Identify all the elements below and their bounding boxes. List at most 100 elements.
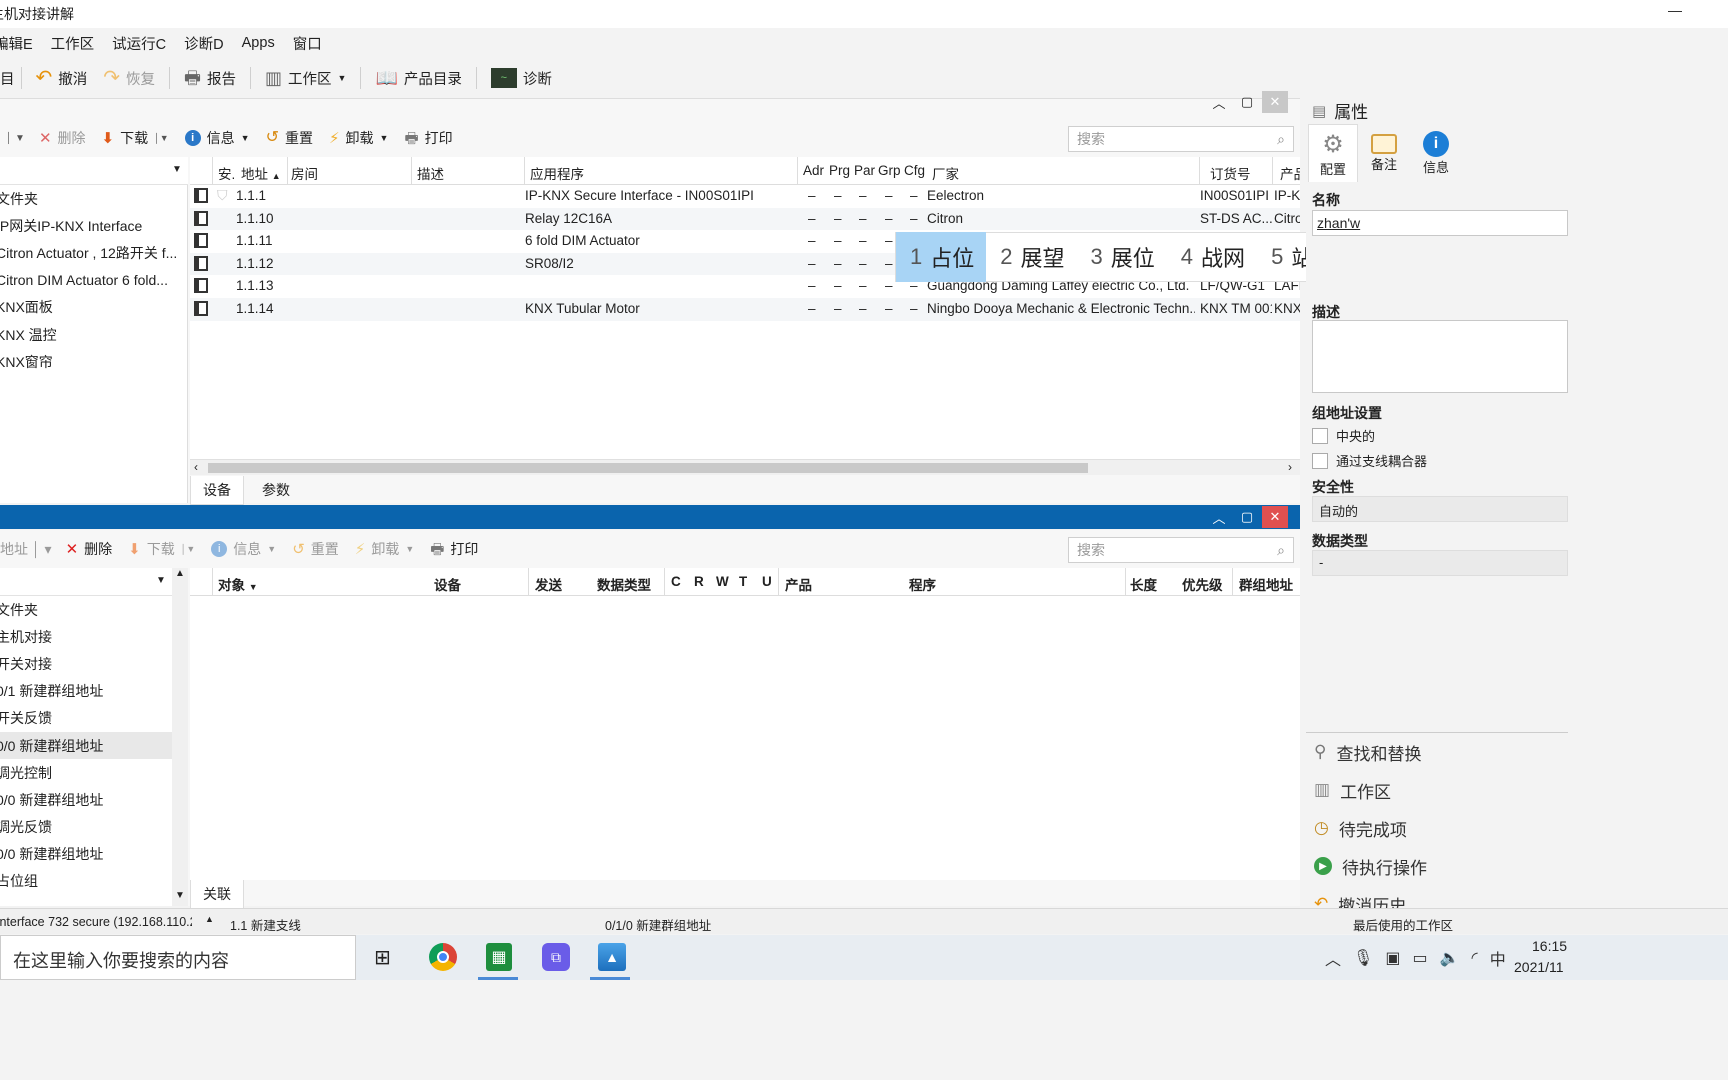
tree-item[interactable]: 主机对接 <box>0 623 172 650</box>
workspace-link[interactable]: ▥ 工作区 <box>1306 771 1568 809</box>
tree-item[interactable]: KNX窗帘 <box>0 348 188 375</box>
tree-item[interactable]: 占位组 <box>0 868 172 895</box>
tree-item[interactable]: 文件夹 <box>0 185 188 212</box>
col-description[interactable]: 描述 <box>417 163 444 183</box>
taskbar-search-input[interactable]: 在这里输入你要搜索的内容 <box>0 935 356 980</box>
chevron-down-icon[interactable]: ▼ <box>172 164 182 175</box>
download-button[interactable]: ⬇ 下载 │▼ <box>120 536 203 562</box>
col-w[interactable]: W <box>716 574 729 589</box>
tree-item[interactable]: KNX面板 <box>0 294 188 321</box>
address-dropdown[interactable]: 地址 │ ▾ <box>0 539 58 559</box>
collapse-button[interactable]: ︿ <box>1206 91 1232 113</box>
tab-parameters[interactable]: 参数 <box>248 476 304 504</box>
vertical-scrollbar[interactable]: ▲ ▼ <box>172 568 188 906</box>
table-row[interactable]: 1.1.10 Relay 12C16A – – – – – Citron ST-DS AC...… <box>190 207 1300 231</box>
task-view-icon[interactable]: ⊞ <box>374 945 391 970</box>
dropdown-arrow[interactable]: │ ▼ <box>0 133 31 144</box>
report-button[interactable]: 🖶 报告 <box>176 61 244 95</box>
ime-candidate[interactable]: 4 战网 <box>1167 232 1257 282</box>
tree-item[interactable]: 调光反馈 <box>0 814 172 841</box>
unload-button[interactable]: ⚡ 卸载 ▼ <box>321 125 396 151</box>
maximize-button[interactable]: ▢ <box>1234 91 1260 113</box>
col-length[interactable]: 长度 <box>1130 574 1157 594</box>
reset-button[interactable]: ↺ 重置 <box>284 536 347 562</box>
tree-item[interactable]: 0/1 新建群组地址 <box>0 678 172 705</box>
info-button[interactable]: i 信息 ▼ <box>177 125 258 151</box>
chevron-up-icon[interactable]: ︿ <box>1325 946 1341 970</box>
photos-icon[interactable]: ▲ <box>598 943 626 971</box>
tree-item[interactable]: 文件夹 <box>0 596 172 623</box>
status-workspace[interactable]: 最后使用的工作区 <box>1353 915 1453 934</box>
pending-ops-link[interactable]: ▶ 待执行操作 <box>1306 847 1568 885</box>
tab-info[interactable]: i 信息 <box>1410 124 1462 182</box>
menu-edit[interactable]: 编辑E <box>0 33 33 54</box>
ime-candidate[interactable]: 3 展位 <box>1077 232 1167 282</box>
col-manufacturer[interactable]: 厂家 <box>932 163 959 183</box>
todo-link[interactable]: ◷ 待完成项 <box>1306 809 1568 847</box>
tree-item[interactable]: Citron Actuator , 12路开关 f... <box>0 239 188 266</box>
col-address[interactable]: 地址 ▲ <box>241 163 281 183</box>
maximize-button[interactable]: ▢ <box>1234 506 1260 528</box>
col-product[interactable]: 产品 <box>1280 163 1300 183</box>
col-c[interactable]: C <box>671 574 681 589</box>
tree-item[interactable]: IP网关IP-KNX Interface <box>0 212 188 239</box>
col-r[interactable]: R <box>694 574 704 589</box>
tree-item[interactable]: 调光控制 <box>0 759 172 786</box>
volume-icon[interactable]: 🔈 <box>1440 948 1460 968</box>
group-search-input[interactable]: 搜索 ⌕ <box>1068 537 1294 563</box>
delete-button[interactable]: ✕ 删除 <box>58 536 121 562</box>
col-security[interactable]: 安. <box>218 163 235 183</box>
col-cfg[interactable]: Cfg <box>904 163 925 178</box>
col-prg[interactable]: Prg <box>829 163 850 178</box>
col-product[interactable]: 产品 <box>785 574 812 594</box>
print-button[interactable]: 🖶 打印 <box>422 536 486 562</box>
menu-workspace[interactable]: 工作区 <box>51 33 95 54</box>
status-up-icon[interactable]: ▲ <box>205 914 214 924</box>
ime-candidate[interactable]: 2 展望 <box>986 232 1076 282</box>
diagnose-button[interactable]: ~ 诊断 <box>483 61 560 95</box>
find-replace-link[interactable]: ⚲ 查找和替换 <box>1306 733 1568 771</box>
close-button[interactable]: ✕ <box>1262 91 1288 113</box>
tab-devices[interactable]: 设备 <box>190 475 244 505</box>
col-priority[interactable]: 优先级 <box>1182 574 1223 594</box>
close-button[interactable]: ✕ <box>1262 506 1288 528</box>
tree-item[interactable]: 0/0 新建群组地址 <box>0 731 172 760</box>
tab-associations[interactable]: 关联 <box>190 879 244 909</box>
col-t[interactable]: T <box>739 574 747 589</box>
chevron-down-icon[interactable]: ▼ <box>156 575 166 586</box>
ime-indicator[interactable]: 中 <box>1490 946 1506 970</box>
unload-button[interactable]: ⚡ 卸载 ▼ <box>347 536 422 562</box>
menu-window[interactable]: 窗口 <box>293 33 322 54</box>
battery-icon[interactable]: ▭ <box>1412 948 1427 968</box>
col-group-address[interactable]: 群组地址 <box>1239 574 1293 594</box>
menu-apps[interactable]: Apps <box>242 35 275 51</box>
col-send[interactable]: 发送 <box>535 574 562 594</box>
description-input[interactable] <box>1312 320 1568 393</box>
central-checkbox-row[interactable]: 中央的 <box>1312 426 1375 445</box>
tab-notes[interactable]: 备注 <box>1358 124 1410 182</box>
table-row[interactable]: ⛉ 1.1.1 IP-KNX Secure Interface - IN00S01I… <box>190 185 1300 208</box>
scroll-left-icon[interactable]: ‹ <box>194 460 198 474</box>
col-application[interactable]: 应用程序 <box>530 163 584 183</box>
central-checkbox[interactable] <box>1312 427 1328 444</box>
col-program[interactable]: 程序 <box>909 574 936 594</box>
video-app-icon[interactable]: ⧉ <box>542 943 570 971</box>
table-row[interactable]: 1.1.14 KNX Tubular Motor – – – – – Ningbo Dooya… <box>190 298 1300 321</box>
ime-candidate[interactable]: 1 占位 <box>896 232 987 282</box>
scroll-down-icon[interactable]: ▼ <box>175 890 185 901</box>
tree-item[interactable]: KNX 温控 <box>0 321 188 348</box>
clock-date[interactable]: 2021/11 <box>1514 959 1564 975</box>
col-adr[interactable]: Adr <box>803 163 824 178</box>
col-u[interactable]: U <box>762 574 772 589</box>
network-icon[interactable]: ◜ <box>1472 948 1478 968</box>
security-select[interactable]: 自动的 <box>1312 496 1568 522</box>
horizontal-scrollbar[interactable]: ‹ › <box>190 459 1300 475</box>
download-button[interactable]: ⬇ 下载 │▼ <box>94 125 177 151</box>
col-par[interactable]: Par <box>854 163 875 178</box>
delete-button[interactable]: ✕ 删除 <box>31 125 94 151</box>
undo-button[interactable]: ↶ 撤消 <box>28 61 96 95</box>
collapse-button[interactable]: ︿ <box>1206 506 1232 528</box>
tab-config[interactable]: ⚙ 配置 <box>1308 124 1358 182</box>
clock-time[interactable]: 16:15 <box>1532 938 1567 954</box>
tree-item[interactable]: 0/0 新建群组地址 <box>0 786 172 813</box>
